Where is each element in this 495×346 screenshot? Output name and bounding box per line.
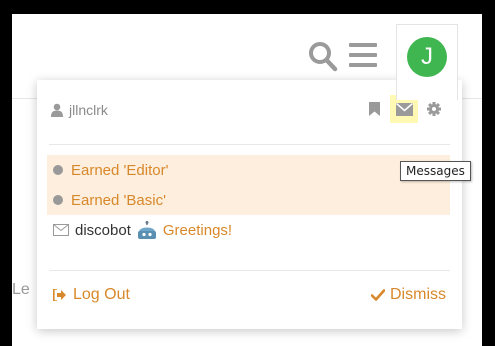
notification-badge-editor[interactable]: Earned 'Editor': [47, 155, 450, 185]
messages-tooltip: Messages: [400, 161, 471, 181]
notification-private-message[interactable]: discobot Greetings!: [47, 215, 450, 245]
envelope-outline-icon: [53, 224, 69, 236]
background-text: Le: [12, 281, 30, 298]
hamburger-menu-button[interactable]: [349, 43, 377, 67]
logout-label: Log Out: [73, 286, 130, 303]
pm-text: Greetings!: [162, 221, 233, 239]
user-icon: [51, 103, 63, 117]
badge-icon: [53, 165, 63, 175]
sign-out-icon: [53, 289, 66, 301]
notification-list: Earned 'Editor' Earned 'Basic' discobot: [47, 155, 450, 245]
username[interactable]: jllnclrk: [69, 102, 108, 118]
menu-line: [349, 63, 377, 67]
menu-line: [349, 43, 377, 47]
user-menu-panel: jllnclrk Earned 'Editor' Earned 'Basic' …: [37, 80, 462, 329]
menu-line: [349, 53, 377, 57]
gear-icon: [427, 102, 441, 116]
current-user-tab[interactable]: J: [396, 24, 458, 100]
dismiss-button[interactable]: Dismiss: [371, 286, 446, 304]
notification-text: Earned 'Editor': [71, 161, 169, 179]
dismiss-label: Dismiss: [390, 286, 446, 303]
pm-sender: discobot: [75, 221, 131, 239]
notification-text: Earned 'Basic': [71, 191, 166, 209]
user-row[interactable]: jllnclrk: [51, 102, 108, 118]
notification-badge-basic[interactable]: Earned 'Basic': [47, 185, 450, 215]
avatar[interactable]: J: [407, 37, 447, 77]
divider: [49, 270, 450, 271]
envelope-icon: [395, 102, 413, 116]
search-icon: [309, 42, 338, 72]
divider: [49, 144, 450, 145]
robot-avatar-icon: [137, 221, 156, 239]
bookmark-icon: [368, 102, 380, 116]
logout-button[interactable]: Log Out: [53, 286, 130, 304]
checkmark-icon: [371, 289, 385, 301]
badge-icon: [53, 195, 63, 205]
search-button[interactable]: [308, 40, 338, 72]
bookmarks-button[interactable]: [360, 95, 388, 123]
